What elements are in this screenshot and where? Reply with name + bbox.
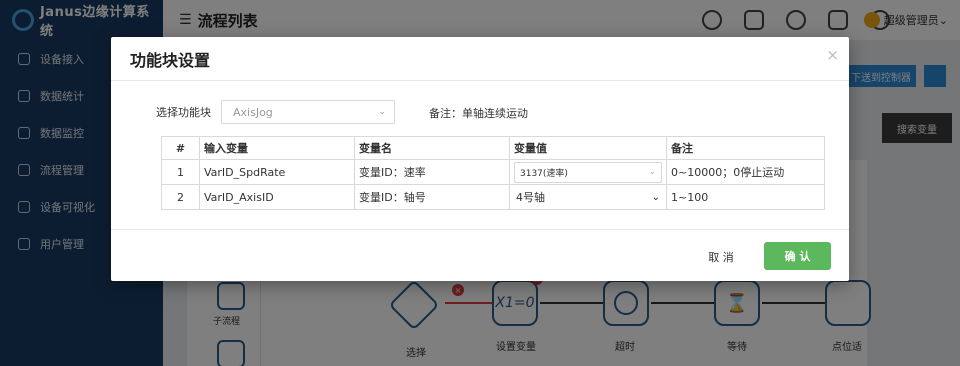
variable-note: 0~10000；0停止运动	[666, 159, 825, 185]
column-header: 备注	[666, 136, 825, 160]
variable-value-cell: 3137(速率) ⌄	[509, 159, 667, 185]
dialog-footer: 取 消 确 认	[111, 229, 849, 281]
variable-value-select[interactable]: 3137(速率) ⌄	[514, 161, 662, 183]
column-header: 变量值	[509, 136, 667, 160]
variable-table: # 输入变量 变量名 变量值 备注 1 VarID_SpdRate 变量ID：速…	[161, 136, 825, 210]
confirm-button[interactable]: 确 认	[764, 242, 831, 270]
dialog-header: 功能块设置	[111, 37, 849, 81]
variable-note: 1~100	[666, 184, 825, 210]
column-header: #	[161, 136, 200, 160]
function-block-select-value: AxisJog	[233, 105, 273, 119]
column-header: 输入变量	[199, 136, 355, 160]
function-block-select-row: 选择功能块 AxisJog ⌄	[156, 100, 395, 124]
chevron-down-icon: ⌄	[648, 167, 656, 177]
variable-value-select[interactable]: 4号轴 ⌄	[514, 187, 662, 208]
variable-value: 4号轴	[516, 191, 545, 204]
cancel-button[interactable]: 取 消	[696, 243, 746, 271]
function-block-select-label: 选择功能块	[156, 106, 211, 119]
variable-value: 3137(速率)	[520, 168, 568, 179]
row-number: 1	[161, 159, 200, 185]
chevron-down-icon: ⌄	[378, 107, 386, 117]
variable-name: 变量ID：轴号	[354, 184, 510, 210]
table-header-row: # 输入变量 变量名 变量值 备注	[161, 136, 825, 160]
function-block-select[interactable]: AxisJog ⌄	[221, 100, 395, 124]
input-variable: VarID_AxisID	[199, 184, 355, 210]
variable-name: 变量ID：速率	[354, 159, 510, 185]
function-block-dialog: 功能块设置 × 选择功能块 AxisJog ⌄ 备注： 单轴连续运动 # 输入变…	[111, 37, 849, 281]
function-block-remark: 备注： 单轴连续运动	[429, 105, 528, 121]
column-header: 变量名	[354, 136, 510, 160]
input-variable: VarID_SpdRate	[199, 159, 355, 185]
remark-value: 单轴连续运动	[462, 107, 528, 120]
row-number: 2	[161, 184, 200, 210]
chevron-down-icon: ⌄	[651, 191, 660, 203]
dialog-title: 功能块设置	[130, 50, 211, 70]
variable-value-cell: 4号轴 ⌄	[509, 184, 667, 210]
close-icon[interactable]: ×	[826, 46, 839, 64]
remark-label: 备注：	[429, 107, 462, 120]
table-row: 2 VarID_AxisID 变量ID：轴号 4号轴 ⌄ 1~100	[161, 184, 825, 210]
table-row: 1 VarID_SpdRate 变量ID：速率 3137(速率) ⌄ 0~100…	[161, 159, 825, 185]
